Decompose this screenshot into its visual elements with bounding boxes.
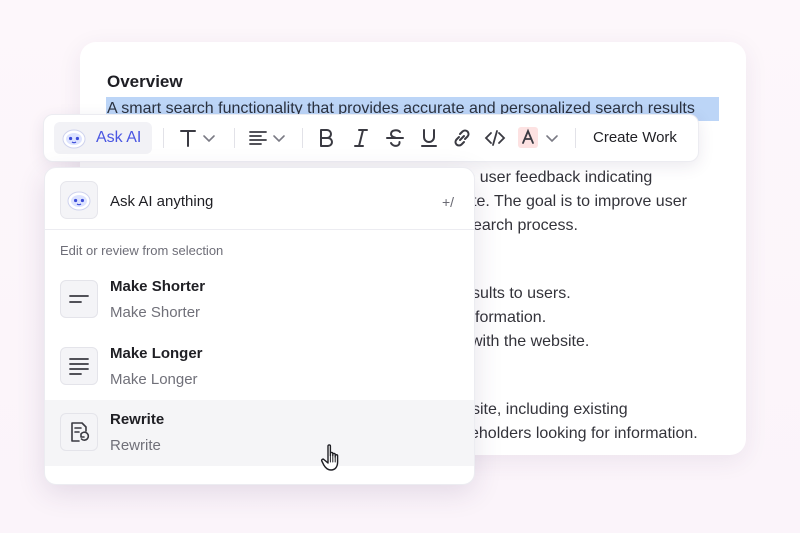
italic-icon[interactable] (349, 126, 373, 150)
menu-item-make-longer[interactable]: Make Longer Make Longer (45, 334, 474, 400)
ask-ai-button[interactable]: Ask AI (54, 122, 152, 154)
code-icon[interactable] (483, 126, 507, 150)
rewrite-icon (60, 413, 98, 451)
ai-bot-icon (60, 181, 98, 219)
document-text-line: sults to users. (472, 285, 571, 302)
chevron-down-icon[interactable] (201, 126, 217, 150)
short-lines-icon (60, 280, 98, 318)
create-work-button[interactable]: Create Work (593, 129, 677, 146)
ask-ai-menu: Ask AI anything +/ Edit or review from s… (44, 167, 475, 485)
menu-item-title: Make Longer (110, 345, 203, 362)
ai-bot-icon (62, 129, 86, 149)
formatting-toolbar: Ask AI Create Work (43, 114, 699, 162)
document-heading: Overview (107, 72, 183, 91)
menu-item-subtitle: Rewrite (110, 437, 161, 454)
ask-ai-anything-row[interactable]: Ask AI anything +/ (45, 168, 474, 229)
menu-section-label: Edit or review from selection (60, 243, 224, 258)
bold-icon[interactable] (314, 126, 338, 150)
document-text-line: earch process. (473, 217, 578, 234)
menu-divider (45, 229, 474, 230)
menu-item-title: Rewrite (110, 411, 165, 428)
chevron-down-icon[interactable] (544, 126, 560, 150)
ask-ai-label: Ask AI (96, 129, 142, 146)
underline-icon[interactable] (417, 126, 441, 150)
document-text-line: te. The goal is to improve user (472, 193, 687, 210)
document-text-line: with the website. (471, 333, 590, 350)
hand-pointer-cursor-icon (320, 444, 339, 471)
toolbar-divider (302, 128, 303, 148)
letter-a-icon (522, 128, 534, 144)
menu-item-subtitle: Make Shorter (110, 304, 201, 321)
link-icon[interactable] (450, 126, 474, 150)
align-icon[interactable] (246, 126, 270, 150)
strikethrough-icon[interactable] (383, 126, 407, 150)
document-text-line: site, including existing (472, 401, 628, 418)
menu-item-rewrite[interactable]: Rewrite Rewrite (45, 400, 474, 466)
document-text-line: m user feedback indicating (462, 169, 653, 186)
document-text-line: formation. (475, 309, 547, 326)
menu-item-make-shorter[interactable]: Make Shorter Make Shorter (45, 267, 474, 333)
toolbar-divider (575, 128, 576, 148)
ask-ai-anything-label: Ask AI anything (110, 193, 214, 210)
text-type-icon[interactable] (177, 126, 201, 150)
long-lines-icon (60, 347, 98, 385)
toolbar-divider (234, 128, 235, 148)
document-text-line: eholders looking for information. (470, 425, 698, 442)
chevron-down-icon[interactable] (271, 126, 287, 150)
toolbar-divider (163, 128, 164, 148)
menu-item-title: Make Shorter (110, 278, 206, 295)
text-color-icon[interactable] (518, 127, 538, 148)
menu-item-subtitle: Make Longer (110, 371, 198, 388)
keyboard-shortcut: +/ (442, 194, 455, 210)
